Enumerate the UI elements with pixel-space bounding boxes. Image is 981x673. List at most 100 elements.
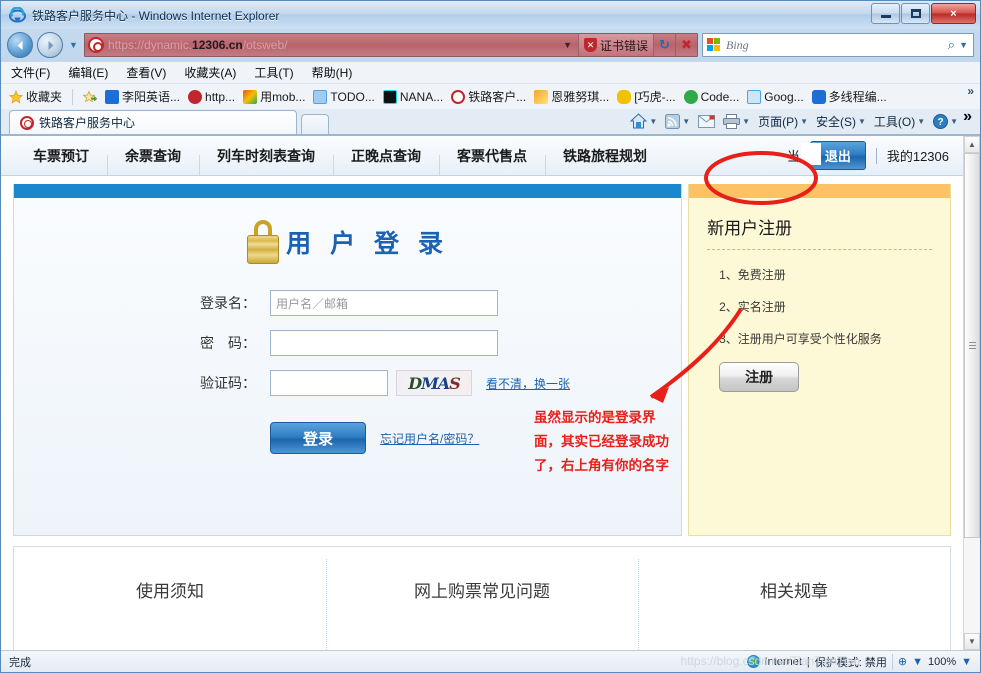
add-to-favorites-icon[interactable] (81, 90, 99, 104)
favorite-label: 多线程编... (828, 90, 887, 104)
ie-window: 铁路客户服务中心 - Windows Internet Explorer × ▼… (0, 0, 981, 673)
favorite-multithread[interactable]: 多线程编... (810, 88, 889, 105)
scrollbar-thumb[interactable] (964, 153, 980, 538)
captcha-image[interactable]: D MA S (396, 370, 472, 396)
registration-body: 新用户注册 1、免费注册 2、实名注册 3、注册用户可享受个性化服务 注册 (689, 198, 950, 408)
command-feeds[interactable]: ▼ (662, 113, 693, 129)
help-icon: ? (933, 113, 949, 129)
menu-help[interactable]: 帮助(H) (312, 64, 353, 81)
menu-favorites[interactable]: 收藏夹(A) (184, 64, 236, 81)
refresh-icon[interactable]: ↻ (653, 34, 675, 56)
chevron-down-icon[interactable]: ▼ (682, 117, 690, 126)
chevron-down-icon[interactable]: ▼ (950, 117, 958, 126)
tab-railway-customer-service[interactable]: 铁路客户服务中心 (9, 110, 297, 134)
site-nav-timetable[interactable]: 列车时刻表查询 (199, 146, 333, 175)
captcha-input[interactable] (270, 370, 388, 396)
command-home[interactable]: ▼ (627, 113, 660, 129)
menu-file[interactable]: 文件(F) (11, 64, 50, 81)
login-title-text: 用 户 登 录 (286, 230, 449, 258)
favorite-railway-customer[interactable]: 铁路客户... (449, 88, 528, 105)
scroll-up-button[interactable]: ▲ (964, 136, 980, 153)
search-input[interactable]: Bing (726, 38, 944, 53)
site-nav-remaining-tickets[interactable]: 余票查询 (107, 146, 199, 175)
chevron-down-icon[interactable]: ▼ (649, 117, 657, 126)
favorite-qiaohu[interactable]: [巧虎-... (615, 88, 677, 105)
favorite-enya[interactable]: 恩雅努琪... (532, 88, 611, 105)
command-mail[interactable] (695, 114, 718, 128)
search-box[interactable]: Bing ⌕ ▼ (702, 33, 974, 57)
scrollbar-track[interactable] (964, 538, 980, 633)
zoom-level-label[interactable]: 100% (928, 656, 956, 668)
minimize-button[interactable] (871, 3, 900, 24)
recent-pages-dropdown[interactable]: ▼ (67, 40, 80, 50)
address-bar[interactable]: https://dynamic.12306.cn/otsweb/ ▼ ✕ 证书错… (84, 33, 698, 57)
command-page[interactable]: 页面(P) ▼ (755, 113, 811, 130)
bottom-info-columns: 使用须知 网上购票常见问题 相关规章 (13, 546, 951, 650)
annotation-text: 虽然显示的是登录界 面，其实已经登录成功 了，右上角有你的名字 (534, 406, 699, 478)
favorite-label: Goog... (764, 89, 804, 104)
favorite-google[interactable]: Goog... (745, 89, 805, 104)
chevron-down-icon[interactable]: ▼ (858, 117, 866, 126)
maximize-button[interactable] (901, 3, 930, 24)
svg-text:?: ? (938, 117, 944, 128)
favorite-liyang-english[interactable]: 李阳英语... (103, 88, 182, 105)
chevron-down-icon[interactable]: ▼ (917, 117, 925, 126)
site-nav-agencies[interactable]: 客票代售点 (439, 146, 545, 175)
chevron-down-icon[interactable]: ▼ (742, 117, 750, 126)
register-button[interactable]: 注册 (719, 362, 800, 392)
back-button[interactable] (7, 32, 33, 58)
favorite-yongmob[interactable]: 用mob... (241, 88, 307, 105)
zoom-level-dropdown-icon[interactable]: ▼ (961, 656, 972, 668)
bottom-column-title: 网上购票常见问题 (414, 582, 550, 601)
bottom-column-regulations[interactable]: 相关规章 (638, 559, 950, 650)
favorite-code[interactable]: Code... (682, 89, 742, 104)
captcha-refresh-link[interactable]: 看不清，换一张 (486, 375, 570, 392)
favicon (747, 89, 762, 104)
zoom-icon[interactable]: ⊕ (898, 655, 907, 668)
site-nav-punctuality[interactable]: 正晚点查询 (333, 146, 439, 175)
site-nav-ticket-booking[interactable]: 车票预订 (15, 146, 107, 166)
command-overflow-button[interactable]: » (963, 108, 972, 126)
login-name-row: 登录名： 用户名／邮箱 (14, 290, 681, 316)
favorite-todo[interactable]: TODO... (311, 89, 376, 104)
scroll-down-button[interactable]: ▼ (964, 633, 980, 650)
search-dropdown-icon[interactable]: ▼ (959, 40, 971, 50)
favorite-nana[interactable]: NANA... (381, 89, 445, 104)
menu-tools[interactable]: 工具(T) (254, 64, 293, 81)
command-help[interactable]: ? ▼ (930, 113, 961, 129)
forgot-credentials-link[interactable]: 忘记用户名/密码？ (380, 430, 479, 447)
favicon (451, 89, 466, 104)
login-name-input[interactable]: 用户名／邮箱 (270, 290, 498, 316)
site-nav-journey-planner[interactable]: 铁路旅程规划 (545, 146, 665, 175)
stop-icon[interactable]: ✖ (675, 34, 697, 56)
my-12306-link[interactable]: 我的12306 (887, 146, 949, 165)
address-dropdown-icon[interactable]: ▼ (557, 40, 578, 50)
command-safety[interactable]: 安全(S) ▼ (813, 113, 869, 130)
favorite-http[interactable]: http... (186, 89, 237, 104)
print-icon (723, 113, 741, 129)
forward-button[interactable] (37, 32, 63, 58)
captcha-row: 验证码： D MA S 看不清，换一张 (14, 370, 681, 396)
bottom-column-faq[interactable]: 网上购票常见问题 (326, 559, 638, 650)
ie-icon (9, 5, 26, 24)
login-submit-button[interactable]: 登录 (270, 422, 366, 454)
zoom-dropdown-icon[interactable]: ▼ (912, 656, 923, 668)
favorites-center-button[interactable]: 收藏夹 (7, 88, 64, 105)
bottom-column-usage-notice[interactable]: 使用须知 (14, 577, 326, 650)
certificate-error-badge[interactable]: ✕ 证书错误 (577, 34, 653, 56)
site-navigation: 车票预订 余票查询 列车时刻表查询 正晚点查询 客票代售点 铁路旅程规划 当 退… (1, 136, 963, 176)
close-button[interactable]: × (931, 3, 976, 24)
search-icon[interactable]: ⌕ (944, 37, 959, 53)
command-tools[interactable]: 工具(O) ▼ (871, 113, 928, 130)
menu-view[interactable]: 查看(V) (126, 64, 166, 81)
mail-icon (698, 114, 716, 128)
favicon (382, 89, 397, 104)
chevron-down-icon[interactable]: ▼ (800, 117, 808, 126)
favorites-overflow-button[interactable]: » (967, 84, 974, 98)
new-tab-button[interactable] (301, 114, 329, 134)
command-print[interactable]: ▼ (720, 113, 753, 129)
registration-panel: 新用户注册 1、免费注册 2、实名注册 3、注册用户可享受个性化服务 注册 (688, 184, 951, 536)
menu-edit[interactable]: 编辑(E) (68, 64, 108, 81)
page-scrollbar[interactable]: ▲ ▼ (963, 136, 980, 650)
password-input[interactable] (270, 330, 498, 356)
